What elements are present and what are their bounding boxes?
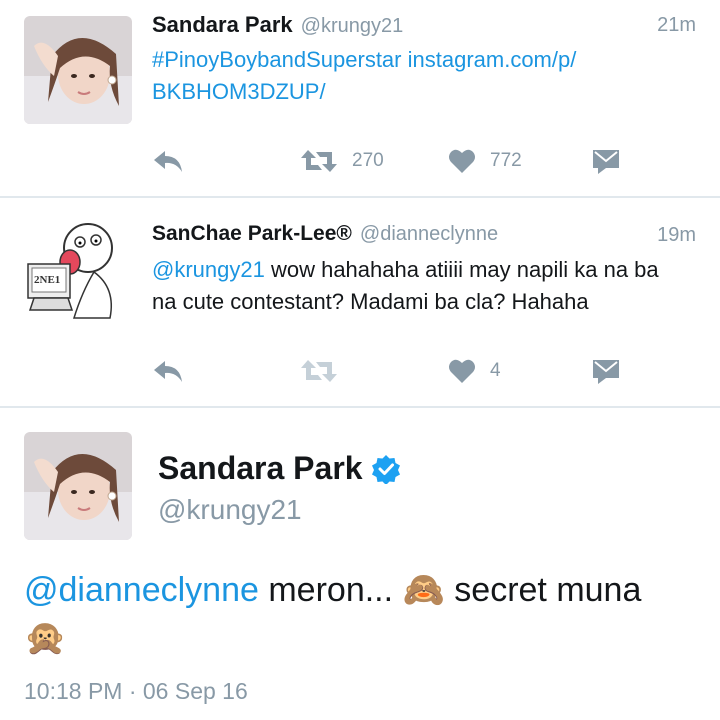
focused-name-row: Sandara Park [158, 450, 401, 487]
display-name[interactable]: SanChae Park-Lee® [152, 222, 352, 245]
tweet-2-header: SanChae Park-Lee® @dianneclynne [152, 222, 498, 246]
tweet-actions: 4 [152, 356, 696, 386]
display-name[interactable]: Sandara Park [152, 12, 293, 37]
like-button[interactable]: 772 [448, 146, 522, 176]
tweet-time: 21m [657, 14, 696, 36]
like-count: 4 [490, 360, 501, 381]
tweet-1-header: Sandara Park @krungy21 [152, 12, 403, 38]
tweet-time: 19m [657, 224, 696, 246]
dm-button[interactable] [592, 146, 620, 176]
display-name[interactable]: Sandara Park [158, 450, 363, 487]
reply-icon [154, 151, 182, 172]
tweet-text: @krungy21 wow hahahaha atiiii may napili… [152, 254, 696, 318]
mention-link[interactable]: @dianneclynne [24, 571, 259, 609]
retweet-button[interactable] [300, 356, 352, 386]
tweet-1[interactable]: Sandara Park @krungy21 21m #PinoyBoybandS… [0, 0, 720, 196]
reply-icon [154, 361, 182, 382]
avatar-sandara[interactable] [24, 432, 132, 540]
avatar-label: 2NE1 [34, 274, 61, 286]
tweet-2[interactable]: 2NE1 SanChae Park-Lee® @dianneclynne 19m … [0, 198, 720, 406]
tweet-actions: 270 772 [152, 146, 696, 176]
tweet-text: @dianneclynne meron... 🙈 secret muna 🙊 [24, 566, 696, 662]
tweet-body-line2: na cute contestant? Madami ba cla? Hahah… [152, 289, 589, 314]
like-icon [449, 359, 475, 383]
verified-badge-icon [371, 454, 400, 484]
mention-link[interactable]: @krungy21 [152, 257, 265, 282]
instagram-link[interactable]: BKBHOM3DZUP/ [152, 79, 326, 104]
user-handle[interactable]: @krungy21 [301, 15, 404, 37]
tweet-body: wow hahahaha atiiii may napili ka na ba [264, 257, 659, 282]
monkey-emoji: 🙊 [24, 619, 67, 657]
user-handle[interactable]: @dianneclynne [360, 223, 498, 245]
avatar-sanchae[interactable]: 2NE1 [24, 218, 132, 326]
hashtag-link[interactable]: #PinoyBoybandSuperstar instagram.com/p/ [152, 47, 576, 72]
retweet-count: 270 [352, 150, 384, 171]
tweet-body: meron... 🙈 secret muna [258, 571, 642, 609]
retweet-icon [301, 360, 337, 382]
like-icon [449, 149, 475, 173]
tweet-text: #PinoyBoybandSuperstar instagram.com/p/ … [152, 44, 696, 108]
direct-message-icon [593, 150, 619, 174]
reply-button[interactable] [152, 356, 184, 386]
retweet-icon [301, 150, 337, 172]
reply-button[interactable] [152, 146, 184, 176]
tweet-timestamp: 10:18 PM · 06 Sep 16 [24, 678, 248, 704]
retweet-button[interactable]: 270 [300, 146, 384, 176]
dm-button[interactable] [592, 356, 620, 386]
user-handle[interactable]: @krungy21 [158, 494, 302, 526]
direct-message-icon [593, 360, 619, 384]
like-count: 772 [490, 150, 522, 171]
like-button[interactable]: 4 [448, 356, 501, 386]
avatar-sandara[interactable] [24, 16, 132, 124]
focused-tweet: Sandara Park @krungy21 @dianneclynne mer… [0, 408, 720, 720]
